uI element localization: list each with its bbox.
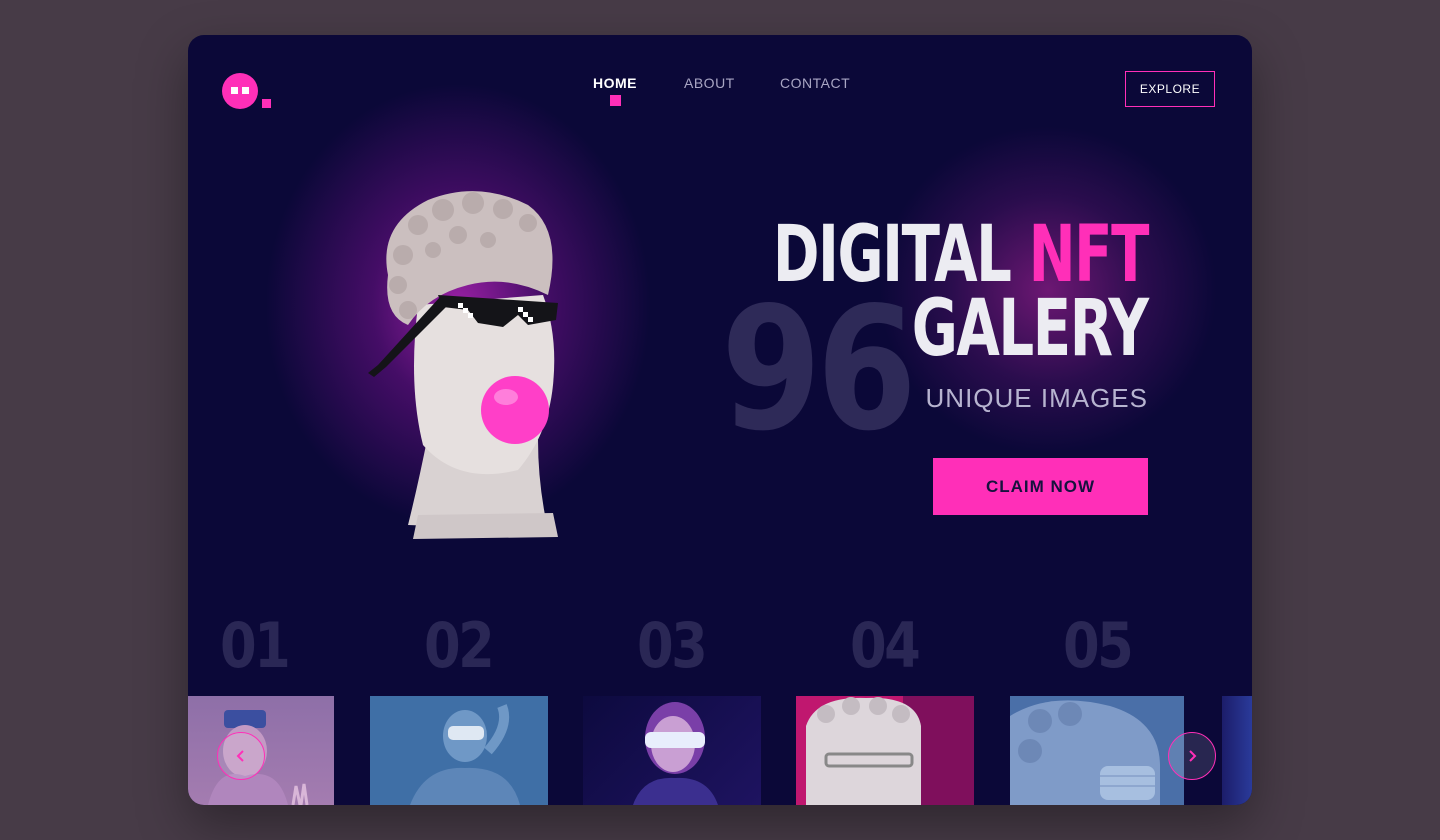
gallery-number-1: 01 xyxy=(220,609,291,682)
logo-circle xyxy=(222,73,258,109)
logo-eye-right xyxy=(242,87,249,94)
hero-subtitle: UNIQUE IMAGES xyxy=(925,383,1148,413)
thumb-4-image xyxy=(806,697,921,805)
gallery-thumb-5[interactable] xyxy=(1010,696,1184,805)
hero-title-line2: GALERY xyxy=(912,284,1149,374)
chevron-right-icon xyxy=(1189,750,1197,762)
landing-page-frame: HOME ABOUT CONTACT EXPLORE 96 DIGITAL NF… xyxy=(188,35,1252,805)
logo-eye-left xyxy=(231,87,238,94)
gallery-thumb-2[interactable] xyxy=(370,696,548,805)
brand-logo[interactable] xyxy=(222,73,272,109)
logo-dot xyxy=(262,99,271,108)
statue-illustration xyxy=(368,191,558,539)
nav-about[interactable]: ABOUT xyxy=(684,75,735,91)
gallery-thumb-4[interactable] xyxy=(796,696,974,805)
nav-active-indicator xyxy=(610,95,621,106)
thumb-3-image xyxy=(633,702,718,805)
nav-contact[interactable]: CONTACT xyxy=(780,75,850,91)
gallery-thumb-3[interactable] xyxy=(583,696,761,805)
gallery-number-2: 02 xyxy=(424,609,495,682)
explore-button[interactable]: EXPLORE xyxy=(1125,71,1215,107)
chevron-left-icon xyxy=(236,750,244,762)
carousel-next-button[interactable] xyxy=(1168,732,1216,780)
gallery-thumb-6[interactable] xyxy=(1222,696,1252,805)
unique-count: 96 xyxy=(721,271,917,469)
gallery-number-4: 04 xyxy=(850,609,921,682)
claim-now-button[interactable]: CLAIM NOW xyxy=(933,458,1148,515)
gallery-number-5: 05 xyxy=(1063,609,1134,682)
gallery-number-3: 03 xyxy=(637,609,708,682)
hero-title-line1: DIGITAL NFT xyxy=(773,215,1150,295)
carousel-prev-button[interactable] xyxy=(217,732,265,780)
nav-home[interactable]: HOME xyxy=(593,75,637,91)
thumb-2-image xyxy=(410,704,520,805)
thumb-5-image xyxy=(1010,700,1160,805)
